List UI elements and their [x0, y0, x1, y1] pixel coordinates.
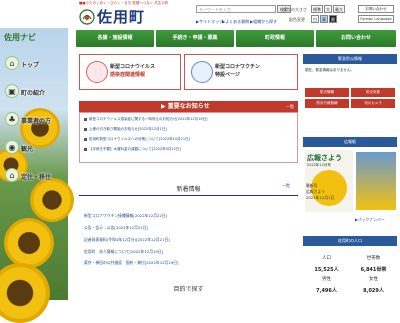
koho-photo: [356, 152, 396, 210]
important-news-header: ▶ 重要なお知らせ 一覧: [79, 101, 298, 112]
side-item-town[interactable]: ▣ 町の紹介: [5, 84, 65, 98]
sunflower-image: [4, 218, 54, 268]
pop-value: 15,525人: [314, 267, 339, 273]
nav-facilities[interactable]: 各課・施設情報: [76, 30, 154, 47]
nav-town-info[interactable]: 町政情報: [236, 30, 314, 47]
news-item[interactable]: 上峰の引き取り開始のお知らせ[2022年12月1日]: [84, 127, 167, 132]
side-item-top[interactable]: ⌂ トップ: [5, 56, 65, 70]
sunflower-image: [30, 178, 74, 222]
updates-title: 新着情報: [176, 186, 201, 193]
sitemap-link[interactable]: ▶サイトマップ: [196, 19, 223, 25]
koho-cover-title: 広報さよう: [307, 154, 342, 162]
font-size-label: 文字の大きさ: [283, 7, 307, 12]
site-title[interactable]: 佐用町: [97, 6, 145, 27]
side-item-settle[interactable]: ⌂ 定住・移住: [5, 168, 65, 182]
population-header: 佐用町の人口: [303, 236, 397, 246]
syringe-icon: [191, 61, 213, 83]
side-item-tourism[interactable]: ◉ 観光: [5, 140, 65, 154]
side-item-label: 定住・移住: [21, 174, 52, 181]
house2-icon: ⌂: [5, 168, 19, 182]
foreign-language-button[interactable]: Foreign Language: [358, 15, 394, 23]
river-camera-button[interactable]: 河川カメラ: [351, 99, 395, 108]
color-change-label: 配色変更: [289, 17, 305, 22]
nav-procedures[interactable]: 手続き・申請・募集: [156, 30, 234, 47]
update-item[interactable]: 新型コロナワクチン接種情報[2022年12月22日]: [84, 213, 167, 219]
side-item-business[interactable]: ♣ 事業者の方: [5, 112, 65, 126]
news-item[interactable]: 【手続き不要】水道料金の減額について[2022年9月12日]: [84, 147, 181, 152]
pop-value: 8,029人: [363, 288, 384, 294]
side-item-label: 町の紹介: [21, 90, 46, 97]
koho-latest: 最新号 広報さよう 2022年12月1日: [306, 183, 335, 200]
koho-cover[interactable]: 広報さよう 2022年12月号: [305, 150, 353, 212]
search-input[interactable]: キーワードを入力: [196, 5, 276, 13]
font-size-standard-button[interactable]: 標準: [311, 5, 323, 13]
side-nav-title: 佐用ナビ: [4, 33, 36, 42]
news-item[interactable]: 新型コロナウイルス感染症に関する一時停止のお知らせ[2022年12月16日]: [84, 117, 207, 122]
color-black-button[interactable]: 黒: [329, 15, 337, 23]
update-item[interactable]: 佐用町 求人情報について[2022年12月19日]: [84, 249, 163, 255]
koho-header: 広報紙: [303, 137, 397, 147]
emergency-text: 現在、緊急情報はありません。: [305, 68, 354, 72]
radio-button[interactable]: 防災行政無線: [305, 99, 349, 108]
banner-text: 新型コロナワクチン 特設ページ: [215, 64, 261, 78]
update-item[interactable]: 記者発表資料(令和4年12月分)[2022年12月21日]: [84, 237, 170, 243]
side-item-label: 観光: [21, 146, 34, 153]
side-item-label: トップ: [21, 62, 40, 69]
pop-label: 女性: [369, 277, 378, 282]
news-item[interactable]: 佐用町新型コロナウイルスへの対策について[2022年10月21日]: [84, 137, 190, 142]
pop-label: 男性: [322, 277, 331, 282]
side-item-label: 事業者の方: [21, 118, 52, 125]
banner-text: 新型コロナウイルス 感染症関連情報: [110, 64, 156, 78]
font-size-large-button[interactable]: 大: [324, 5, 332, 13]
org-search-link[interactable]: ▶組織から探す: [250, 19, 277, 25]
updates-list-link[interactable]: 一覧: [282, 183, 290, 189]
alert-icon: ▶: [161, 103, 166, 110]
font-size-max-button[interactable]: 最大: [333, 5, 345, 13]
update-item[interactable]: 東京・神田の公共施設 国府・貸付[2022年12月19日]: [84, 260, 178, 266]
pop-label: 人口: [322, 256, 331, 261]
header: ■■でたのしめく・ひらく・まち 笑顔へつなぐ 共生の町 佐用町 ▶サイトマップ …: [0, 0, 400, 28]
news-list-link[interactable]: 一覧: [286, 101, 294, 112]
contact-button[interactable]: お問い合わせ: [358, 5, 394, 13]
vaccine-banner[interactable]: 新型コロナワクチン 特設ページ: [184, 54, 298, 90]
sunflower-image: [0, 263, 50, 323]
town-logo-icon[interactable]: [79, 9, 95, 25]
back-number-link[interactable]: ▶バックナンバー: [355, 217, 385, 223]
weather-info-button[interactable]: 防災気象: [351, 88, 395, 97]
pop-value: 7,496人: [316, 288, 337, 294]
update-item[interactable]: 公告・告示 - 公告[2022年12月21日]: [84, 225, 148, 231]
color-blue-button[interactable]: 青: [320, 15, 328, 23]
camera-icon: ◉: [5, 140, 19, 154]
nav-contact[interactable]: お問い合わせ: [316, 30, 396, 47]
emergency-header: 緊急防災情報: [303, 54, 397, 64]
virus-icon: [86, 61, 108, 83]
town-icon: ▣: [5, 84, 19, 98]
faq-link[interactable]: ▶よくある質問: [222, 19, 249, 25]
disaster-info-button[interactable]: 防災情報: [305, 88, 349, 97]
business-icon: ♣: [5, 112, 19, 126]
color-white-button[interactable]: 白: [311, 15, 319, 23]
pop-value: 6,841世帯: [360, 267, 387, 273]
pop-label: 世帯数: [366, 256, 381, 261]
koho-cover-date: 2022年12月号: [307, 163, 331, 167]
house-icon: ⌂: [5, 56, 19, 70]
purpose-search-title: 目的で探す: [173, 286, 204, 293]
covid-info-banner[interactable]: 新型コロナウイルス 感染症関連情報: [79, 54, 181, 90]
updates-divider: [79, 195, 298, 196]
